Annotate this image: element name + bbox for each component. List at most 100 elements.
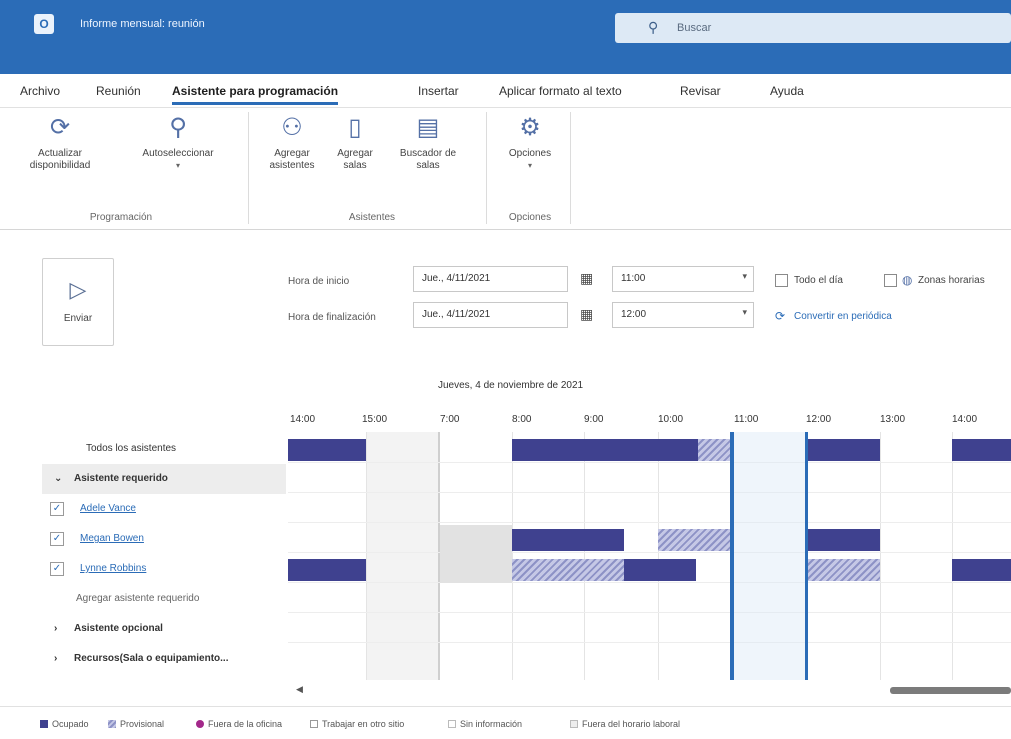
- send-label: Enviar: [63, 313, 93, 324]
- refresh-icon: ⟳: [49, 114, 71, 141]
- start-date-field[interactable]: Jue., 4/11/2021: [413, 266, 568, 292]
- time-zones-label: Zonas horarias: [918, 275, 985, 286]
- tentative-block: [658, 529, 730, 551]
- send-button[interactable]: ▷ Enviar: [42, 258, 114, 346]
- legend-label: Ocupado: [52, 719, 89, 729]
- chevron-down-icon: ⌄: [54, 473, 63, 484]
- horizontal-scrollbar[interactable]: ◀: [288, 683, 1011, 697]
- row-line: [288, 522, 1011, 523]
- scroll-left-icon[interactable]: ◀: [296, 684, 303, 695]
- add-required-row[interactable]: Agregar asistente requerido: [42, 584, 286, 614]
- all-attendees-row[interactable]: Todos los asistentes: [42, 434, 286, 464]
- add-rooms-button[interactable]: ▯ Agregar salas: [330, 114, 380, 172]
- list-item[interactable]: ✓ Lynne Robbins: [42, 554, 286, 584]
- busy-block: [288, 559, 366, 581]
- attendee-name[interactable]: Adele Vance: [80, 503, 136, 514]
- end-date-value: Jue., 4/11/2021: [422, 309, 491, 320]
- tab-formato-texto[interactable]: Aplicar formato al texto: [499, 84, 622, 98]
- busy-block: [808, 439, 880, 461]
- resources-header[interactable]: › Recursos(Sala o equipamiento...: [42, 644, 286, 674]
- hour-label: 7:00: [440, 414, 460, 425]
- start-time-field[interactable]: 11:00 ▾: [612, 266, 754, 292]
- end-time-value: 12:00: [621, 309, 647, 320]
- list-item[interactable]: ✓ Adele Vance: [42, 494, 286, 524]
- chevron-right-icon: ›: [54, 623, 58, 634]
- outlook-icon: O: [34, 14, 54, 34]
- calendar-icon[interactable]: ▦: [580, 306, 593, 323]
- chevron-down-icon: ▾: [742, 271, 747, 281]
- globe-icon: ◍: [902, 273, 913, 287]
- legend-label: Provisional: [120, 719, 165, 729]
- legend-item: Sin información: [448, 719, 522, 729]
- attendee-checkbox[interactable]: ✓: [50, 502, 64, 516]
- refresh-availability-button[interactable]: ⟳ Actualizar disponibilidad: [14, 114, 106, 172]
- add-required-attendee[interactable]: Agregar asistente requerido: [76, 593, 199, 604]
- attendee-checkbox[interactable]: ✓: [50, 532, 64, 546]
- busy-block: [512, 529, 624, 551]
- list-item[interactable]: ✓ Megan Bowen: [42, 524, 286, 554]
- attendee-name[interactable]: Lynne Robbins: [80, 563, 146, 574]
- room-finder-button[interactable]: ▤ Buscador de salas: [396, 114, 460, 172]
- resources-label: Recursos(Sala o equipamiento...: [74, 653, 229, 664]
- start-time-label: Hora de inicio: [288, 276, 350, 287]
- ribbon-tabs: Archivo Reunión Asistente para programac…: [0, 74, 1011, 108]
- calendar-icon[interactable]: ▦: [580, 270, 593, 287]
- busy-block: [808, 529, 880, 551]
- refresh-label: Actualizar disponibilidad: [29, 148, 91, 171]
- tab-ayuda[interactable]: Ayuda: [770, 84, 804, 98]
- chevron-down-icon: ▾: [527, 161, 532, 170]
- hour-label: 14:00: [952, 414, 978, 425]
- make-recurring-link[interactable]: Convertir en periódica: [794, 311, 892, 322]
- working-elsewhere-swatch: [310, 720, 318, 728]
- search-placeholder[interactable]: Buscar: [677, 22, 711, 34]
- door-icon: ▯: [348, 114, 362, 141]
- tab-reunion[interactable]: Reunión: [96, 84, 141, 98]
- chevron-right-icon: ›: [54, 653, 58, 664]
- tab-insertar[interactable]: Insertar: [418, 84, 459, 98]
- group-label-programacion: Programación: [89, 212, 153, 223]
- row-line: [288, 582, 1011, 583]
- end-date-field[interactable]: Jue., 4/11/2021: [413, 302, 568, 328]
- group-divider: [248, 112, 249, 224]
- recurrence-icon: ⟳: [775, 309, 786, 323]
- scroll-thumb[interactable]: [890, 687, 1011, 694]
- group-label-opciones: Opciones: [508, 212, 552, 223]
- optional-attendees-header[interactable]: › Asistente opcional: [42, 614, 286, 644]
- end-time-field[interactable]: 12:00 ▾: [612, 302, 754, 328]
- hour-label: 14:00: [290, 414, 316, 425]
- busy-block: [952, 559, 1011, 581]
- group-divider: [486, 112, 487, 224]
- hour-label: 10:00: [658, 414, 684, 425]
- ribbon: ⟳ Actualizar disponibilidad ⚲ Autoselecc…: [0, 108, 1011, 230]
- tab-asistente-programacion[interactable]: Asistente para programación: [172, 84, 339, 105]
- attendee-checkbox[interactable]: ✓: [50, 562, 64, 576]
- tab-revisar[interactable]: Revisar: [680, 84, 721, 98]
- all-attendees-label: Todos los asistentes: [86, 443, 177, 454]
- time-zones-checkbox[interactable]: [884, 274, 897, 287]
- search-box[interactable]: ⚲ Buscar: [615, 13, 1011, 43]
- row-line: [288, 492, 1011, 493]
- legend-item: Ocupado: [40, 719, 89, 729]
- no-information-swatch: [448, 720, 456, 728]
- all-day-checkbox[interactable]: [775, 274, 788, 287]
- hour-label: 13:00: [880, 414, 906, 425]
- off-hours-block: [440, 525, 512, 583]
- room-finder-label: Buscador de salas: [399, 148, 457, 171]
- add-rooms-label: Agregar salas: [337, 148, 373, 171]
- busy-block: [288, 439, 366, 461]
- legend-item: Provisional: [108, 719, 164, 729]
- tab-archivo[interactable]: Archivo: [20, 84, 60, 98]
- hour-label: 11:00: [734, 414, 759, 425]
- tentative-swatch: [108, 720, 116, 728]
- autoselect-button[interactable]: ⚲ Autoseleccionar ▾: [128, 114, 228, 172]
- options-button[interactable]: ⚙ Opciones ▾: [500, 114, 560, 172]
- busy-swatch: [40, 720, 48, 728]
- required-attendees-header[interactable]: ⌄ Asistente requerido: [42, 464, 286, 494]
- start-time-value: 11:00: [621, 273, 646, 284]
- add-attendees-button[interactable]: ⚇ Agregar asistentes: [264, 114, 320, 172]
- optional-attendees-label: Asistente opcional: [74, 623, 163, 634]
- attendee-name[interactable]: Megan Bowen: [80, 533, 144, 544]
- meeting-time-selection[interactable]: [730, 432, 808, 680]
- add-person-icon: ⚇: [281, 114, 303, 141]
- outside-hours-swatch: [570, 720, 578, 728]
